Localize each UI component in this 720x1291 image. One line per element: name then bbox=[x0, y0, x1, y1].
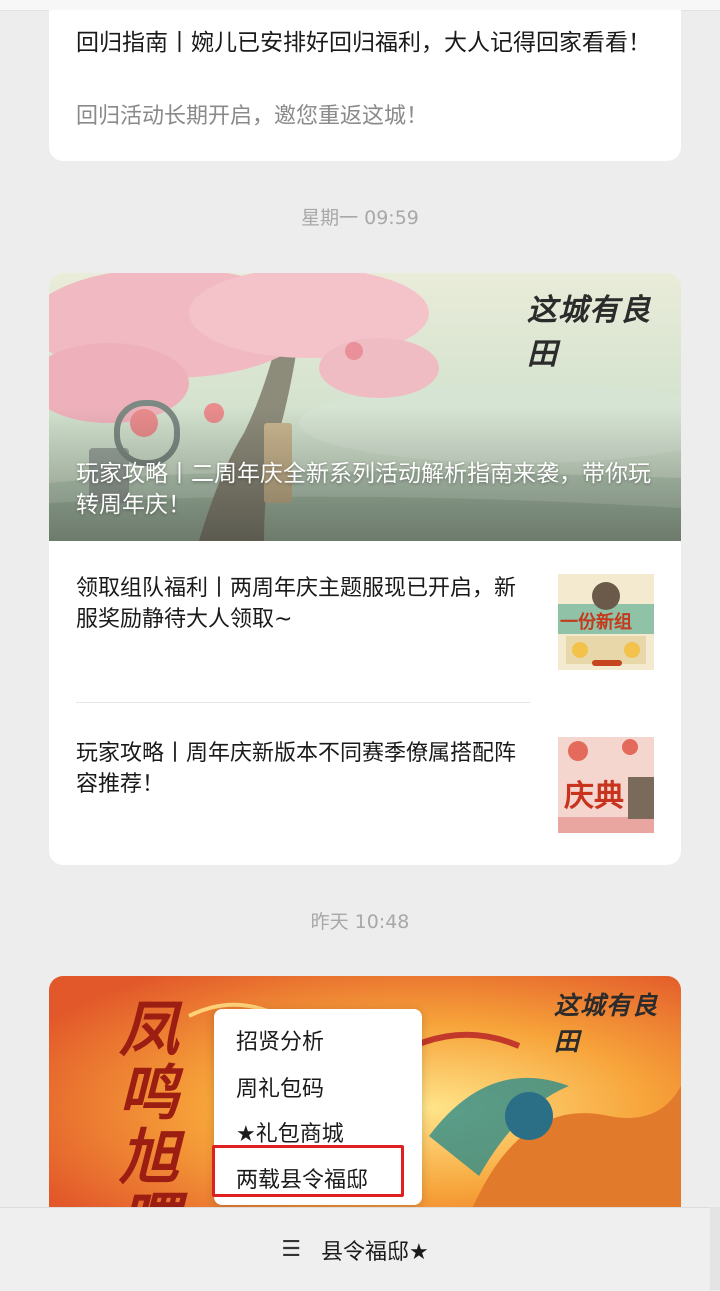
article-desc: 回归活动长期开启，邀您重返这城！ bbox=[76, 104, 429, 129]
submenu-item-weekly-gift-code[interactable]: 周礼包码 bbox=[236, 1071, 324, 1103]
submenu-item-recruit-analysis[interactable]: 招贤分析 bbox=[236, 1024, 324, 1056]
menu-button-label: 县令福邸★ bbox=[321, 1239, 429, 1265]
list-item-title: 玩家攻略丨周年庆新版本不同赛季僚属搭配阵容推荐！ bbox=[76, 741, 517, 797]
thumbnail-text: 庆典 bbox=[564, 779, 624, 814]
menu-button-county-mansion[interactable]: ☰ 县令福邸★ bbox=[0, 1208, 710, 1291]
article-thumbnail: 一份新组 bbox=[558, 574, 654, 670]
scrollbar[interactable] bbox=[710, 1207, 720, 1290]
timestamp: 昨天 10:48 bbox=[310, 911, 410, 933]
article-title: 回归指南丨婉儿已安排好回归福利，大人记得回家看看！ bbox=[76, 30, 651, 56]
submenu-item-gift-mall[interactable]: ★礼包商城 bbox=[236, 1116, 344, 1148]
article-thumbnail: 庆典 bbox=[558, 737, 654, 833]
thumbnail-text: 一份新组 bbox=[560, 612, 632, 633]
hero-article[interactable]: 这城有良田 玩家攻略丨二周年庆全新系列活动解析指南来袭，带你玩转周年庆！ bbox=[49, 273, 681, 541]
game-logo: 这城有良田 bbox=[554, 991, 659, 1056]
menu-icon: ☰ bbox=[281, 1237, 301, 1262]
bottom-menu-bar: ☰ 县令福邸★ bbox=[0, 1207, 710, 1291]
list-item-article[interactable]: 玩家攻略丨周年庆新版本不同赛季僚属搭配阵容推荐！ 庆典 bbox=[49, 720, 681, 850]
divider bbox=[76, 702, 530, 703]
game-logo: 这城有良田 bbox=[527, 293, 651, 372]
hero-art-text: 凤鸣旭曙 bbox=[119, 995, 179, 1216]
list-item-article[interactable]: 领取组队福利丨两周年庆主题服现已开启，新服奖励静待大人领取~ 一份新组 bbox=[49, 555, 681, 685]
hero-article-title: 玩家攻略丨二周年庆全新系列活动解析指南来袭，带你玩转周年庆！ bbox=[76, 461, 651, 518]
highlight-box bbox=[212, 1145, 404, 1197]
list-item-title: 领取组队福利丨两周年庆主题服现已开启，新服奖励静待大人领取~ bbox=[76, 576, 517, 632]
timestamp: 星期一 09:59 bbox=[301, 207, 419, 229]
article-card-return-guide[interactable]: 回归指南丨婉儿已安排好回归福利，大人记得回家看看！ 回归活动长期开启，邀您重返这… bbox=[49, 10, 681, 161]
article-group-card: 这城有良田 玩家攻略丨二周年庆全新系列活动解析指南来袭，带你玩转周年庆！ 领取组… bbox=[49, 273, 681, 865]
